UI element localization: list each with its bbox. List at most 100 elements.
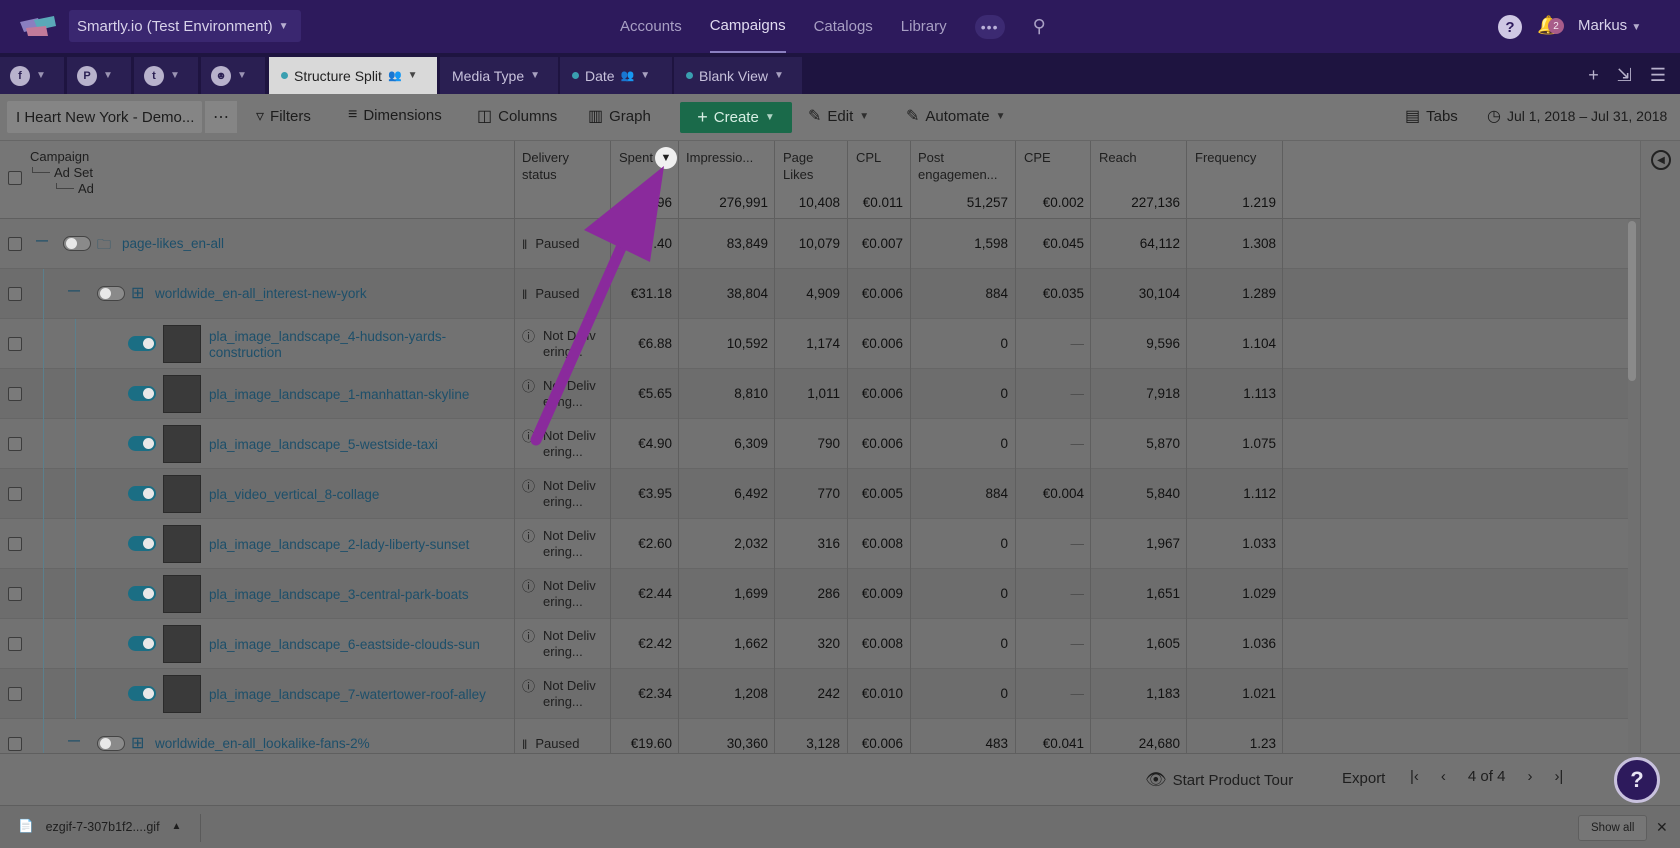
ad-name-link[interactable]: pla_image_landscape_1-manhattan-skyline — [209, 378, 505, 412]
export-button[interactable]: Export — [1342, 770, 1385, 787]
ad-toggle[interactable] — [128, 586, 156, 601]
campaign-name-link[interactable]: page-likes_en-all — [122, 236, 505, 252]
expand-panel-chevron-left-icon[interactable]: ◀ — [1651, 150, 1671, 170]
collapse-icon[interactable]: — — [68, 733, 80, 747]
header-post-engagement[interactable]: Post engagemen... — [918, 149, 998, 183]
row-checkbox[interactable] — [8, 487, 22, 501]
snapchat-network-tab[interactable]: ☻ ▼ — [201, 57, 265, 94]
ad-name-link[interactable]: pla_video_vertical_8-collage — [209, 478, 505, 512]
collapse-icon[interactable]: — — [68, 283, 80, 297]
campaign-toggle[interactable] — [63, 236, 91, 251]
row-checkbox[interactable] — [8, 387, 22, 401]
row-checkbox[interactable] — [8, 537, 22, 551]
ad-toggle[interactable] — [128, 386, 156, 401]
columns-button[interactable]: ◫ Columns — [477, 106, 557, 126]
row-checkbox[interactable] — [8, 687, 22, 701]
header-reach[interactable]: Reach — [1099, 149, 1137, 166]
chevron-up-icon[interactable]: ▲ — [172, 821, 182, 832]
download-item[interactable]: 📄 ezgif-7-307b1f2....gif ▲ — [18, 819, 181, 834]
row-checkbox[interactable] — [8, 237, 22, 251]
ad-name-link[interactable]: pla_image_landscape_4-hudson-yards-const… — [209, 328, 505, 362]
row-checkbox[interactable] — [8, 637, 22, 651]
ad-row[interactable]: pla_image_landscape_2-lady-liberty-sunse… — [0, 519, 1628, 569]
menu-icon[interactable]: ☰ — [1650, 65, 1666, 86]
ad-name-link[interactable]: pla_image_landscape_7-watertower-roof-al… — [209, 678, 505, 712]
ad-toggle[interactable] — [128, 486, 156, 501]
adset-toggle[interactable] — [97, 286, 125, 301]
row-checkbox[interactable] — [8, 287, 22, 301]
next-page-icon[interactable]: › — [1527, 768, 1532, 785]
pinterest-network-tab[interactable]: P ▼ — [67, 57, 131, 94]
collapse-icon[interactable]: ⇲ — [1617, 65, 1632, 86]
automate-button[interactable]: ✎ Automate ▼ — [906, 106, 1006, 126]
row-checkbox[interactable] — [8, 337, 22, 351]
first-page-icon[interactable]: |‹ — [1410, 768, 1419, 785]
filters-button[interactable]: ▿ Filters — [256, 106, 311, 126]
nav-library[interactable]: Library — [901, 0, 947, 53]
collapse-icon[interactable]: — — [36, 233, 48, 247]
ad-toggle[interactable] — [128, 536, 156, 551]
nav-accounts[interactable]: Accounts — [620, 0, 682, 53]
account-selector[interactable]: I Heart New York - Demo... — [7, 101, 202, 133]
ad-row[interactable]: pla_image_landscape_3-central-park-boats… — [0, 569, 1628, 619]
ad-toggle[interactable] — [128, 436, 156, 451]
adset-name-link[interactable]: worldwide_en-all_lookalike-fans-2% — [155, 736, 505, 752]
ad-name-link[interactable]: pla_image_landscape_6-eastside-clouds-su… — [209, 628, 505, 662]
last-page-icon[interactable]: ›| — [1554, 768, 1563, 785]
create-button[interactable]: + Create ▼ — [680, 102, 792, 133]
help-icon[interactable]: ? — [1498, 15, 1522, 39]
tabs-button[interactable]: ▤ Tabs — [1405, 106, 1458, 126]
ad-name-link[interactable]: pla_image_landscape_2-lady-liberty-sunse… — [209, 528, 505, 562]
ad-toggle[interactable] — [128, 636, 156, 651]
tab-structure-split[interactable]: Structure Split 👥 ▼ — [269, 57, 437, 94]
header-page-likes[interactable]: Page Likes — [783, 149, 813, 183]
ad-row[interactable]: pla_image_landscape_7-watertower-roof-al… — [0, 669, 1628, 719]
header-frequency[interactable]: Frequency — [1195, 149, 1256, 166]
nav-catalogs[interactable]: Catalogs — [814, 0, 873, 53]
help-chat-button[interactable]: ? — [1614, 757, 1660, 803]
ad-toggle[interactable] — [128, 686, 156, 701]
ad-row[interactable]: pla_video_vertical_8-collage ⓘ Not Deliver… — [0, 469, 1628, 519]
edit-button[interactable]: ✎ Edit ▼ — [808, 106, 869, 126]
facebook-network-tab[interactable]: f ▼ — [0, 57, 64, 94]
ad-row[interactable]: pla_image_landscape_5-westside-taxi ⓘ Not … — [0, 419, 1628, 469]
nav-campaigns[interactable]: Campaigns — [709, 0, 786, 53]
header-spent[interactable]: Spent — [619, 149, 653, 166]
campaign-row[interactable]: — 🗀 page-likes_en-all ‖ Paused €...40 83,849 10… — [0, 219, 1628, 269]
adset-name-link[interactable]: worldwide_en-all_interest-new-york — [155, 286, 505, 302]
row-checkbox[interactable] — [8, 437, 22, 451]
date-range-picker[interactable]: ◷ Jul 1, 2018 – Jul 31, 2018 — [1487, 106, 1667, 126]
adset-row[interactable]: — ⊞ worldwide_en-all_lookalike-fans-2% ‖ Pau… — [0, 719, 1628, 753]
ad-row[interactable]: pla_image_landscape_6-eastside-clouds-su… — [0, 619, 1628, 669]
close-icon[interactable]: ✕ — [1656, 819, 1668, 836]
adset-row[interactable]: — ⊞ worldwide_en-all_interest-new-york ‖ Pau… — [0, 269, 1628, 319]
graph-button[interactable]: ▥ Graph — [588, 106, 651, 126]
tab-date[interactable]: Date 👥 ▼ — [560, 57, 672, 94]
add-tab-icon[interactable]: + — [1588, 65, 1599, 86]
ad-name-link[interactable]: pla_image_landscape_5-westside-taxi — [209, 428, 505, 462]
header-cpl[interactable]: CPL — [856, 149, 881, 166]
twitter-network-tab[interactable]: t ▼ — [134, 57, 198, 94]
ad-name-link[interactable]: pla_image_landscape_3-central-park-boats — [209, 578, 505, 612]
tab-blank-view[interactable]: Blank View ▼ — [674, 57, 802, 94]
row-checkbox[interactable] — [8, 587, 22, 601]
header-delivery-status[interactable]: Delivery status — [522, 149, 569, 183]
row-checkbox[interactable] — [8, 737, 22, 751]
ad-row[interactable]: pla_image_landscape_4-hudson-yards-const… — [0, 319, 1628, 369]
previous-page-icon[interactable]: ‹ — [1441, 768, 1446, 785]
search-icon[interactable]: ⚲ — [1033, 16, 1046, 37]
adset-toggle[interactable] — [97, 736, 125, 751]
smartly-logo-icon[interactable] — [18, 14, 58, 38]
start-product-tour-button[interactable]: 👁 Start Product Tour — [1145, 770, 1293, 790]
header-impressions[interactable]: Impressio... — [686, 149, 753, 166]
environment-selector[interactable]: Smartly.io (Test Environment) ▼ — [69, 10, 301, 42]
header-cpe[interactable]: CPE — [1024, 149, 1051, 166]
account-more-button[interactable]: ⋯ — [205, 101, 237, 133]
column-menu-chevron-icon[interactable]: ▼ — [655, 147, 677, 169]
show-all-downloads-button[interactable]: Show all — [1578, 815, 1648, 841]
user-menu[interactable]: Markus ▼ — [1578, 17, 1641, 34]
tab-media-type[interactable]: Media Type ▼ — [440, 57, 558, 94]
more-menu-button[interactable]: ••• — [974, 14, 1005, 39]
vertical-scrollbar[interactable] — [1628, 221, 1636, 381]
ad-toggle[interactable] — [128, 336, 156, 351]
